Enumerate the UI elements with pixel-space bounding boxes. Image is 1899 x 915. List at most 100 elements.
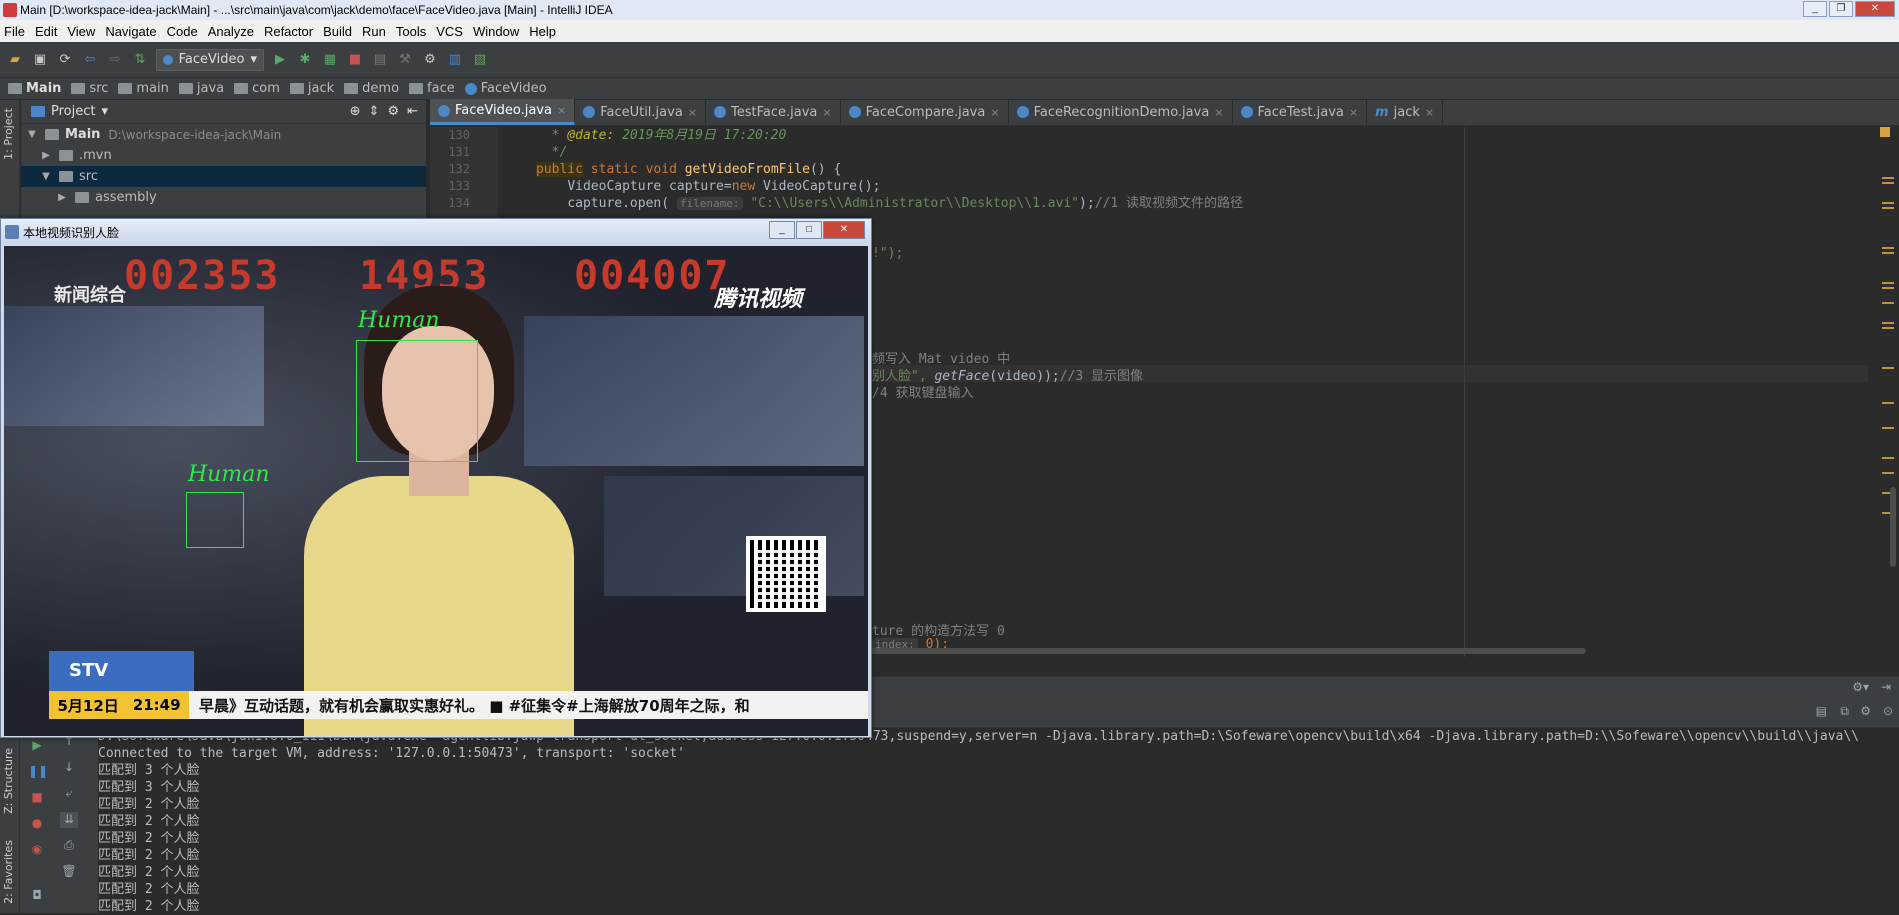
hammer-icon[interactable]: ⚒ [396, 51, 414, 69]
close-icon[interactable]: × [822, 106, 831, 119]
tab-testface[interactable]: TestFace.java × [706, 99, 841, 125]
trash-icon[interactable]: 🗑 [60, 864, 78, 880]
menu-help[interactable]: Help [529, 24, 556, 39]
pin-icon[interactable]: ⊙ [1883, 704, 1893, 718]
minimize-icon[interactable]: _ [1803, 1, 1827, 17]
menu-build[interactable]: Build [323, 24, 352, 39]
debug-icon[interactable]: ✱ [296, 51, 314, 69]
menu-vcs[interactable]: VCS [436, 24, 463, 39]
menu-edit[interactable]: Edit [35, 24, 57, 39]
gear-icon[interactable]: ⚙ [387, 104, 399, 119]
close-icon[interactable]: × [557, 104, 566, 117]
horizontal-scrollbar[interactable] [870, 648, 1586, 654]
chevron-down-icon: ▾ [250, 52, 257, 67]
stop-icon[interactable]: ■ [28, 790, 46, 806]
minimize-icon[interactable]: _ [769, 221, 795, 239]
restore-layout-icon[interactable]: ⧉ [1840, 704, 1849, 719]
tab-facevideo[interactable]: FaceVideo.java × [430, 99, 576, 125]
breadcrumb-com[interactable]: com [234, 81, 280, 96]
console-output[interactable]: D:\Sofeware\Java\jdk1.8.0_111\bin\java.e… [98, 728, 1899, 914]
soft-wrap-icon[interactable]: ⤶ [60, 786, 78, 802]
coverage-icon[interactable]: ▦ [321, 51, 339, 69]
tree-item-mvn[interactable]: ▶ .mvn [21, 145, 426, 166]
java-class-icon [464, 82, 477, 95]
maximize-icon[interactable]: ❐ [1829, 1, 1853, 17]
down-arrow-icon[interactable]: ↓ [60, 760, 78, 776]
menu-file[interactable]: File [4, 24, 25, 39]
tab-facerecognitiondemo[interactable]: FaceRecognitionDemo.java × [1009, 99, 1233, 125]
console-icon[interactable]: ▤ [1816, 704, 1827, 718]
maximize-icon[interactable]: □ [796, 221, 822, 239]
breadcrumb-main[interactable]: Main [8, 81, 61, 96]
error-stripe[interactable] [1868, 127, 1899, 657]
build-icon[interactable]: ⇅ [131, 51, 149, 69]
settings-icon[interactable]: ⚙ [421, 51, 439, 69]
vertical-scrollbar[interactable] [1890, 487, 1896, 567]
close-icon[interactable]: ✕ [1855, 1, 1895, 17]
tab-jack[interactable]: m jack × [1367, 99, 1444, 125]
news-ticker-bar: 5月12日 21:49 早晨》互动话题，就有机会赢取实惠好礼。 ■ #征集令#上… [49, 691, 868, 719]
face-window-title-bar[interactable]: 本地视频识别人脸 _ □ ✕ [1, 219, 871, 245]
favorites-tool-window-button[interactable]: 2: Favorites [2, 840, 15, 904]
close-icon[interactable]: × [688, 106, 697, 119]
breadcrumb-jack[interactable]: jack [289, 81, 334, 96]
menu-window[interactable]: Window [473, 24, 519, 39]
back-icon[interactable]: ⇦ [81, 51, 99, 69]
project-view-label[interactable]: Project [51, 104, 95, 119]
mute-breakpoints-icon[interactable]: ◉ [28, 842, 46, 858]
stop-icon[interactable]: ■ [346, 51, 364, 69]
gear-icon[interactable]: ⚙▾ [1852, 680, 1869, 694]
menu-run[interactable]: Run [362, 24, 386, 39]
breakpoints-icon[interactable]: ● [28, 816, 46, 832]
breadcrumb-facevideo[interactable]: FaceVideo [464, 81, 547, 96]
menu-analyze[interactable]: Analyze [208, 24, 254, 39]
tree-item-assembly[interactable]: ▶ assembly [21, 187, 426, 208]
tab-facetest[interactable]: FaceTest.java × [1233, 99, 1368, 125]
locate-icon[interactable]: ⊕ [350, 104, 361, 119]
print-icon[interactable]: ⎙ [60, 838, 78, 854]
menu-navigate[interactable]: Navigate [105, 24, 156, 39]
project-tool-window-button[interactable]: 1: Project [2, 108, 15, 160]
tab-facecompare[interactable]: FaceCompare.java × [841, 99, 1009, 125]
chevron-down-icon[interactable]: ▾ [101, 104, 108, 119]
gear-icon[interactable]: ⚙ [1860, 704, 1871, 718]
forward-icon[interactable]: ⇨ [106, 51, 124, 69]
close-icon[interactable]: × [1425, 106, 1434, 119]
build-project-icon[interactable]: ▤ [371, 51, 389, 69]
warning-icon[interactable] [1880, 127, 1890, 137]
run-icon[interactable]: ▶ [271, 51, 289, 69]
rerun-icon[interactable]: ▶ [28, 738, 46, 754]
menu-tools[interactable]: Tools [396, 24, 426, 39]
face-recognition-window[interactable]: 本地视频识别人脸 _ □ ✕ 002353 14953 004007 新闻综合 … [0, 218, 872, 738]
breadcrumb-main-folder[interactable]: main [118, 81, 169, 96]
hide-icon[interactable]: ⇤ [407, 104, 418, 119]
structure-tool-window-button[interactable]: Z: Structure [2, 748, 15, 814]
pause-icon[interactable]: ❚❚ [28, 764, 48, 780]
tencent-video-logo: 腾讯视频 [714, 287, 803, 312]
collapse-icon[interactable]: ⇕ [369, 104, 380, 119]
breadcrumb-src[interactable]: src [71, 81, 108, 96]
tree-item-main[interactable]: ▼ Main D:\workspace-idea-jack\Main [21, 124, 426, 145]
sync-icon[interactable]: ⟳ [56, 51, 74, 69]
sdk-icon[interactable]: ▧ [471, 51, 489, 69]
breadcrumb-face[interactable]: face [409, 81, 455, 96]
scroll-to-end-icon[interactable]: ⇊ [60, 812, 78, 828]
menu-refactor[interactable]: Refactor [264, 24, 313, 39]
project-view-icon [31, 106, 45, 117]
tab-faceutil[interactable]: FaceUtil.java × [575, 99, 707, 125]
hide-icon[interactable]: ⇥ [1881, 680, 1891, 694]
close-icon[interactable]: × [1349, 106, 1358, 119]
menu-code[interactable]: Code [167, 24, 198, 39]
close-icon[interactable]: × [1214, 106, 1223, 119]
close-icon[interactable]: × [990, 106, 999, 119]
tree-item-src[interactable]: ▼ src [21, 166, 426, 187]
run-config-select[interactable]: FaceVideo ▾ [156, 48, 264, 71]
save-icon[interactable]: ▣ [31, 51, 49, 69]
breadcrumb-demo[interactable]: demo [344, 81, 399, 96]
breadcrumb-java[interactable]: java [178, 81, 224, 96]
project-structure-icon[interactable]: ▥ [446, 51, 464, 69]
menu-view[interactable]: View [67, 24, 95, 39]
camera-icon[interactable]: ◘ [28, 888, 46, 904]
close-icon[interactable]: ✕ [823, 221, 865, 239]
open-folder-icon[interactable]: ▰ [6, 51, 24, 69]
